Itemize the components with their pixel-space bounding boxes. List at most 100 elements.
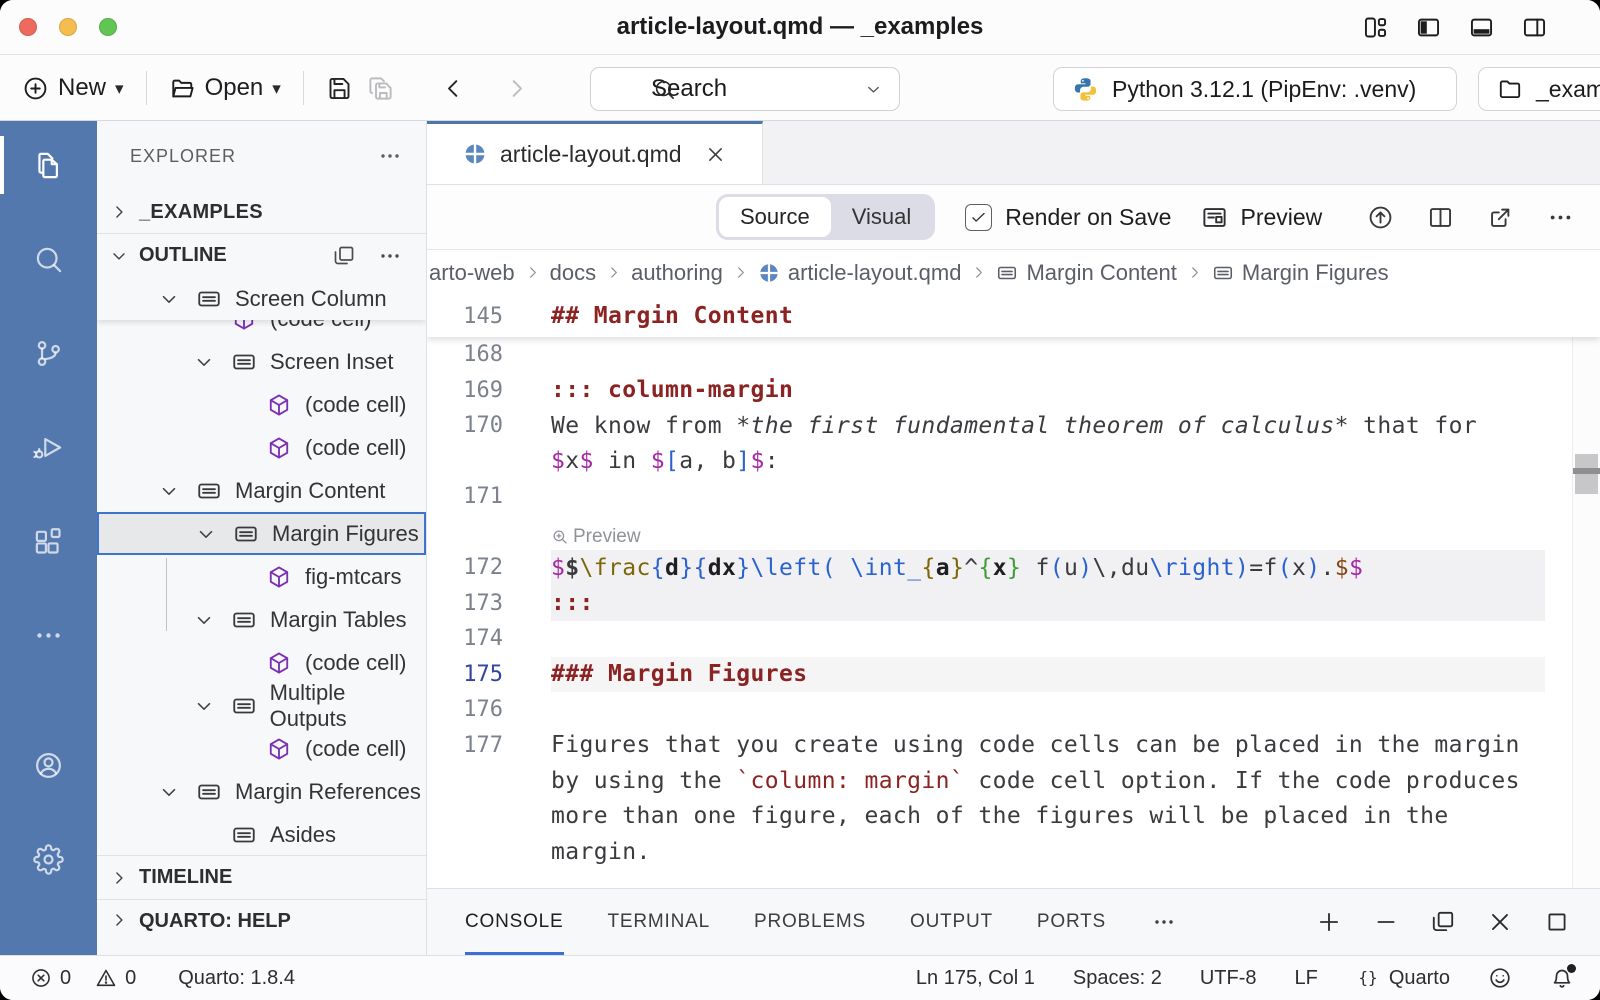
open-external-icon[interactable] [1487,204,1514,231]
activity-accounts[interactable] [0,733,97,797]
panel-tab-terminal[interactable]: TERMINAL [608,889,710,955]
panel-plus-icon[interactable] [1316,909,1342,935]
status-warnings[interactable]: 0 [95,967,136,990]
tree-item[interactable]: (code cell) [97,383,426,426]
render-icon[interactable] [1367,204,1394,231]
section-timeline[interactable]: TIMELINE [97,855,426,899]
code-editor[interactable]: 145## Margin Content 168169::: column-ma… [427,295,1600,888]
layout-sidebar-left-icon[interactable] [1415,14,1442,41]
status-label: Spaces: 2 [1073,967,1162,990]
activity-extensions[interactable] [0,509,97,573]
line-number: 171 [427,484,503,509]
tree-item[interactable]: Margin Tables [97,598,426,641]
check-icon [969,208,988,227]
tree-item[interactable]: Margin References [97,770,426,813]
panel-tab-problems[interactable]: PROBLEMS [754,889,866,955]
section-outline[interactable]: OUTLINE [97,233,426,277]
minimize-window-button[interactable] [59,18,77,36]
breadcrumb-item[interactable]: authoring [631,260,723,286]
activity-explorer[interactable] [0,133,97,197]
status-notifications[interactable] [1550,966,1574,990]
panel-copy-panel-icon[interactable] [1430,909,1456,935]
status-cursor-position[interactable]: Ln 175, Col 1 [916,967,1035,990]
save-all-icon[interactable] [367,75,394,102]
preview-button[interactable]: Preview [1201,204,1322,231]
tree-item[interactable]: Margin Content [97,469,426,512]
tree-item[interactable]: Multiple Outputs [97,684,426,727]
section-examples[interactable]: _EXAMPLES [97,191,426,233]
warning-icon [95,967,117,989]
search-input[interactable]: Search [590,67,900,111]
close-icon[interactable] [705,144,726,165]
status-quarto-version[interactable]: Quarto: 1.8.4 [178,967,295,990]
layout-sidebar-right-icon[interactable] [1521,14,1548,41]
breadcrumb-item[interactable]: Margin Figures [1212,260,1389,286]
braces-icon: {} [1356,966,1380,990]
panel-tab-output[interactable]: OUTPUT [910,889,993,955]
split-editor-icon[interactable] [1427,204,1454,231]
breadcrumb-item[interactable]: arto-web [429,260,515,286]
status-language-mode[interactable]: {}Quarto [1356,966,1450,990]
collapse-all-icon[interactable] [332,244,356,268]
close-window-button[interactable] [19,18,37,36]
tree-item[interactable]: (code cell) [97,641,426,684]
breadcrumb-item[interactable]: Margin Content [996,260,1176,286]
tree-item[interactable]: (code cell) [97,727,426,770]
panel-tab-ports[interactable]: PORTS [1037,889,1106,955]
status-encoding[interactable]: UTF-8 [1200,967,1257,990]
status-feedback[interactable] [1488,966,1512,990]
layout-customize-icon[interactable] [1362,14,1389,41]
activity-settings[interactable] [0,827,97,891]
toggle-visual[interactable]: Visual [831,197,933,237]
source-visual-toggle: Source Visual [716,194,935,240]
tree-item[interactable]: fig-mtcars [97,555,426,598]
files-icon [33,150,64,181]
gear-icon [33,844,64,875]
code-line: 175### Margin Figures [427,657,1600,693]
tree-item[interactable]: Screen Column [97,277,426,320]
layout-panel-icon[interactable] [1468,14,1495,41]
new-button[interactable]: New ▾ [22,74,124,102]
panel-minus-icon[interactable] [1373,909,1399,935]
forward-icon[interactable] [503,75,530,102]
new-button-label: New [58,74,106,102]
breadcrumb-item[interactable]: article-layout.qmd [758,260,962,286]
activity-run-and-debug[interactable] [0,415,97,479]
python-interpreter-button[interactable]: Python 3.12.1 (PipEnv: .venv) [1053,67,1457,111]
breadcrumb-label: article-layout.qmd [788,260,962,286]
smiley-icon [1488,966,1512,990]
quarto-file-icon [463,142,487,166]
tree-item[interactable]: Asides [97,813,426,856]
activity-search[interactable] [0,227,97,291]
tree-item[interactable]: (code cell) [97,426,426,469]
activity-more-views[interactable] [0,603,97,667]
chevron-right-icon [605,264,622,281]
editor-scrollbar[interactable] [1572,295,1600,888]
activity-source-control[interactable] [0,321,97,385]
toggle-source[interactable]: Source [719,197,831,237]
panel-tab-console[interactable]: CONSOLE [465,889,564,955]
render-on-save-checkbox[interactable] [965,204,992,231]
tab-article-layout[interactable]: article-layout.qmd [427,121,763,184]
open-button[interactable]: Open ▾ [169,74,281,102]
ellipsis-icon[interactable] [378,244,402,268]
status-indentation[interactable]: Spaces: 2 [1073,967,1162,990]
breadcrumb-item[interactable]: docs [550,260,596,286]
back-icon[interactable] [440,75,467,102]
save-icon[interactable] [326,75,353,102]
ellipsis-icon[interactable] [378,144,402,168]
section-quarto-help[interactable]: QUARTO: HELP [97,899,426,955]
status-errors[interactable]: 0 [30,967,71,990]
workspace-button[interactable]: _examples [1478,67,1600,111]
chevron-right-icon [109,868,129,888]
tree-item[interactable]: Margin Figures [97,512,426,555]
panel-more-icon[interactable] [1152,910,1176,934]
panel-close-icon[interactable] [1487,909,1513,935]
panel-square-icon[interactable] [1544,909,1570,935]
scrollbar-thumb[interactable] [1575,454,1598,494]
tree-item[interactable]: Screen Inset [97,340,426,383]
status-eol[interactable]: LF [1295,967,1318,990]
zoom-window-button[interactable] [99,18,117,36]
more-actions-icon[interactable] [1547,204,1574,231]
codelens[interactable]: Preview [427,515,1600,551]
